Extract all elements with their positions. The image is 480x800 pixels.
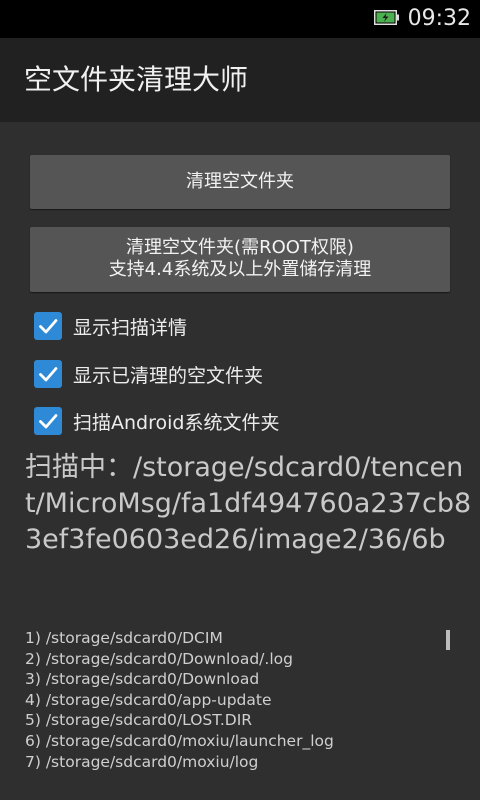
option-label: 扫描Android系统文件夹 (73, 411, 280, 434)
clean-root-button-line1: 清理空文件夹(需ROOT权限) (126, 237, 354, 258)
clean-empty-folders-button[interactable]: 清理空文件夹 (30, 155, 450, 209)
option-show-cleaned-folders[interactable]: 显示已清理的空文件夹 (34, 359, 263, 389)
battery-charging-icon (374, 10, 399, 25)
log-item: 5) /storage/sdcard0/LOST.DIR (25, 711, 253, 730)
option-show-scan-details[interactable]: 显示扫描详情 (34, 311, 187, 341)
log-item: 7) /storage/sdcard0/moxiu/log (25, 752, 259, 771)
status-bar: 09:32 (0, 0, 480, 38)
log-item: 6) /storage/sdcard0/moxiu/launcher_log (25, 731, 334, 750)
option-label: 显示已清理的空文件夹 (73, 364, 264, 387)
action-bar: 空文件夹清理大师 (0, 38, 480, 122)
checkbox-checked-icon[interactable] (34, 312, 62, 340)
checkbox-checked-icon[interactable] (34, 407, 62, 435)
option-label: 显示扫描详情 (73, 316, 188, 339)
app-title: 空文件夹清理大师 (24, 63, 249, 96)
scan-status-text: 扫描中：/storage/sdcard0/tencent/MicroMsg/fa… (25, 452, 472, 555)
log-scrollbar[interactable] (446, 630, 450, 650)
clean-root-button[interactable]: 清理空文件夹(需ROOT权限) 支持4.4系统及以上外置储存清理 (30, 227, 450, 292)
log-item: 3) /storage/sdcard0/Download (25, 670, 260, 689)
cleaned-folder-log: 1) /storage/sdcard0/DCIM 2) /storage/sdc… (25, 628, 445, 772)
main-content: 清理空文件夹 清理空文件夹(需ROOT权限) 支持4.4系统及以上外置储存清理 … (0, 122, 480, 800)
log-item: 2) /storage/sdcard0/Download/.log (25, 649, 293, 668)
clock: 09:32 (407, 6, 471, 31)
log-item: 4) /storage/sdcard0/app-update (25, 690, 272, 709)
checkbox-checked-icon[interactable] (34, 360, 62, 388)
log-item: 1) /storage/sdcard0/DCIM (25, 629, 223, 647)
option-scan-android-folders[interactable]: 扫描Android系统文件夹 (34, 406, 279, 436)
clean-root-button-line2: 支持4.4系统及以上外置储存清理 (108, 259, 372, 280)
